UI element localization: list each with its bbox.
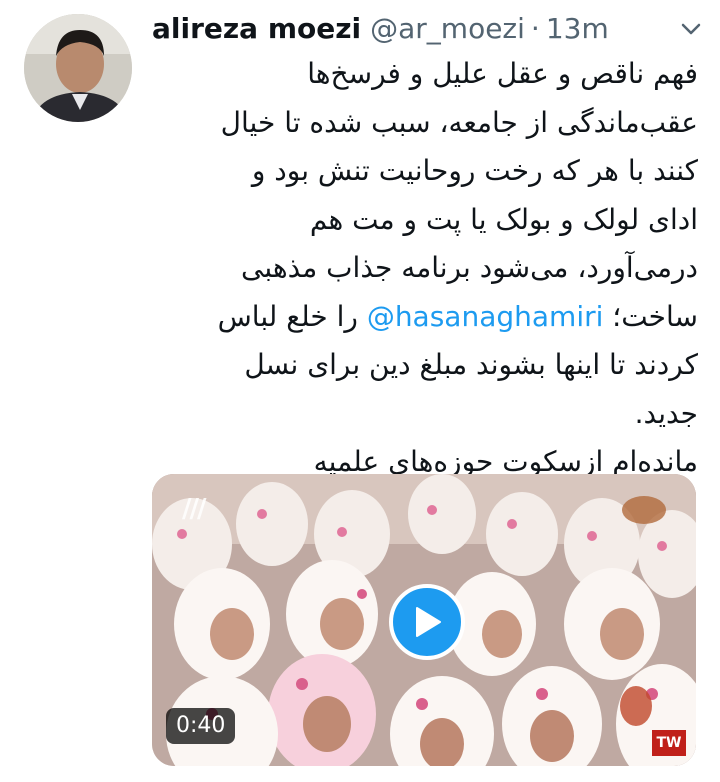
video-duration: 0:40	[166, 708, 236, 744]
video-player[interactable]: /// 0:40 TW	[152, 474, 696, 766]
tweet-header: alireza moezi @ar_moezi · 13m	[152, 8, 609, 48]
tweet-line: کردند تا اینها بشوند مبلغ دین برای نسل	[244, 348, 698, 381]
play-button[interactable]	[389, 584, 465, 660]
tweet-text: فهم ناقص و عقل علیل و فرسخ‌ها عقب‌ماندگی…	[140, 50, 698, 487]
tweet-line-with-mention: ساخت؛ @hasanaghamiri را خلع لباس	[140, 293, 698, 342]
tweet-line-part: را خلع لباس	[217, 299, 367, 333]
play-icon	[416, 607, 441, 637]
author-handle[interactable]: @ar_moezi	[370, 12, 525, 45]
channel-logo: ///	[182, 494, 206, 524]
tweet-timestamp[interactable]: 13m	[546, 12, 609, 45]
more-options-button[interactable]	[676, 14, 706, 44]
channel-badge: TW	[652, 730, 686, 756]
author-name[interactable]: alireza moezi	[152, 12, 361, 45]
tweet-line: عقب‌ماندگی از جامعه، سبب شده تا خیال	[220, 105, 698, 139]
avatar-image	[24, 14, 132, 122]
header-separator: ·	[530, 11, 540, 45]
tweet-line-part: ساخت؛	[603, 299, 698, 333]
tweet-line: درمی‌آورد، می‌شود برنامه جذاب مذهبی	[241, 251, 698, 284]
tweet-line: کنند با هر که رخت روحانیت تنش بود و	[251, 154, 698, 187]
author-avatar[interactable]	[24, 14, 132, 122]
mention-link[interactable]: @hasanaghamiri	[367, 300, 604, 333]
more-options-icon	[681, 23, 701, 35]
tweet-line: ادای لولک و بولک یا پت و مت هم	[309, 202, 698, 236]
tweet-line: فهم ناقص و عقل علیل و فرسخ‌ها	[307, 57, 698, 90]
tweet-line: جدید.	[634, 396, 698, 430]
